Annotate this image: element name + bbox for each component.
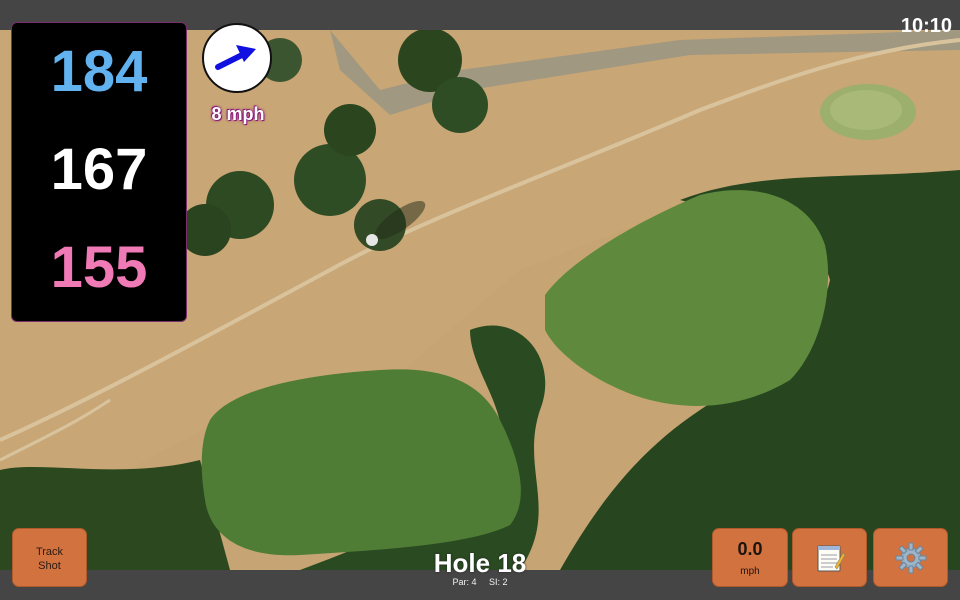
notepad-icon bbox=[817, 545, 845, 571]
wind-speed-label: 8 mph bbox=[211, 104, 265, 124]
speed-value: 0.0 bbox=[737, 539, 763, 559]
speed-unit: mph bbox=[740, 566, 760, 577]
hole-info: Par: 4 SI: 2 bbox=[380, 577, 580, 587]
settings-button[interactable] bbox=[873, 528, 948, 587]
front-distance: 155 bbox=[50, 235, 148, 300]
track-shot-label: Track Shot bbox=[35, 546, 64, 572]
speed-button[interactable]: 0.0 mph bbox=[712, 528, 788, 587]
wind-indicator bbox=[202, 23, 272, 93]
hole-par: Par: 4 bbox=[452, 577, 477, 587]
hole-title: Hole 18 bbox=[433, 548, 527, 578]
notes-button[interactable] bbox=[792, 528, 867, 587]
distance-panel: 184 167 155 bbox=[11, 22, 187, 322]
back-distance: 184 bbox=[50, 39, 148, 104]
status-time: 10:10 bbox=[900, 15, 952, 37]
gear-icon bbox=[895, 542, 926, 573]
wind-direction-arrow-icon bbox=[215, 45, 256, 70]
hole-stroke-index: SI: 2 bbox=[489, 577, 508, 587]
middle-distance: 167 bbox=[50, 137, 148, 202]
track-shot-button[interactable]: Track Shot bbox=[12, 528, 87, 587]
